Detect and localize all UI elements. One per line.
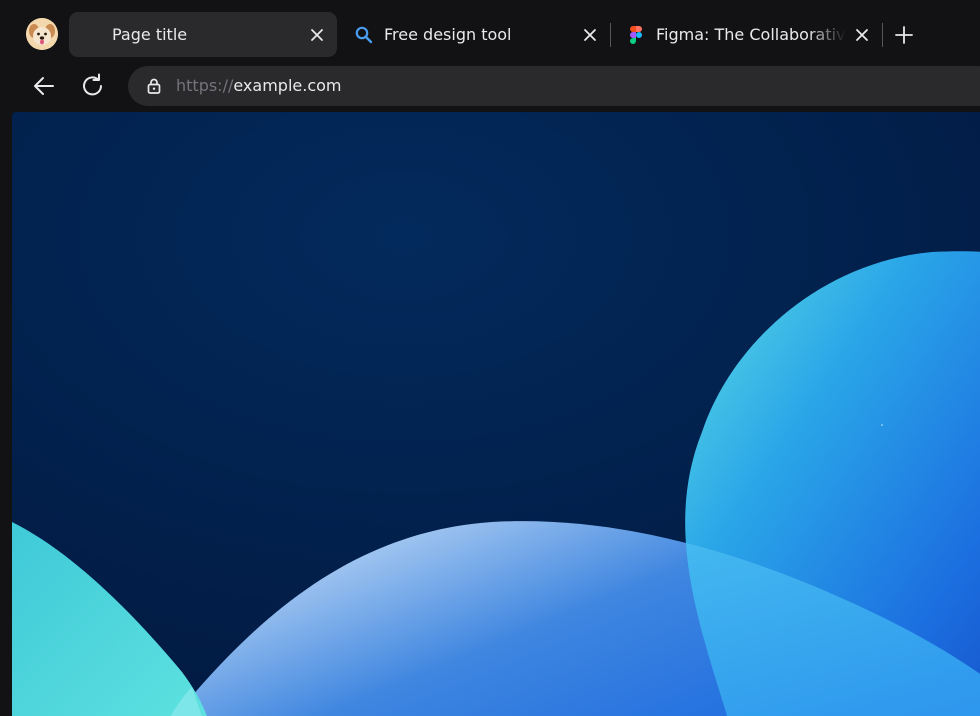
tab-divider (610, 23, 611, 47)
toolbar: https://example.com (0, 62, 980, 112)
profile-avatar[interactable] (26, 18, 58, 50)
dog-avatar-icon (26, 18, 58, 50)
search-icon (354, 25, 374, 45)
lock-icon (145, 77, 163, 95)
figma-icon (626, 25, 646, 45)
close-icon[interactable] (852, 25, 872, 45)
url-scheme: https:// (176, 76, 234, 95)
tab-title: Figma: The Collaborative (656, 25, 846, 44)
address-bar[interactable]: https://example.com (128, 66, 980, 106)
sparkle-dot (881, 424, 883, 426)
tab-free-design-tool[interactable]: Free design tool (340, 12, 610, 57)
arrow-left-icon[interactable] (30, 72, 58, 100)
page-content (12, 112, 980, 716)
close-icon[interactable] (307, 25, 327, 45)
url-text[interactable]: https://example.com (176, 76, 341, 95)
plus-icon[interactable] (893, 24, 915, 46)
tab-title: Free design tool (384, 25, 512, 44)
tab-divider (882, 23, 883, 47)
tab-title: Page title (112, 25, 188, 44)
browser-window: Page title Free design tool Figma: The C… (0, 0, 980, 716)
url-host: example.com (233, 76, 342, 95)
tab-figma[interactable]: Figma: The Collaborative (612, 12, 882, 57)
reload-icon[interactable] (79, 72, 107, 100)
close-icon[interactable] (580, 25, 600, 45)
tab-page-title[interactable]: Page title (69, 12, 337, 57)
abstract-blob-artwork (12, 112, 980, 716)
tab-strip: Page title Free design tool Figma: The C… (0, 0, 980, 62)
